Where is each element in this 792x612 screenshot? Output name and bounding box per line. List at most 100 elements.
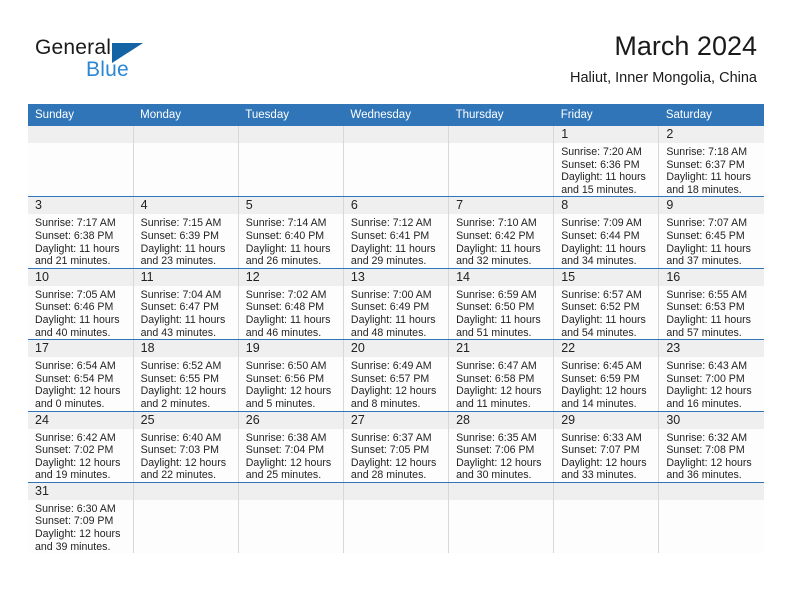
day-detail-line: Daylight: 11 hours [561, 313, 646, 326]
day-detail-line: and 30 minutes. [456, 469, 532, 482]
calendar-day-cell[interactable]: 13 Sunrise: 7:00 AM Sunset: 6:49 PM Dayligh… [343, 268, 450, 341]
calendar-day-cell[interactable]: 23 Sunrise: 6:43 AM Sunset: 7:00 PM Dayligh… [658, 339, 764, 412]
day-number: 8 [554, 197, 659, 215]
day-detail-line: Sunrise: 7:07 AM [666, 217, 748, 230]
day-details: Sunrise: 6:47 AM Sunset: 6:58 PM Daylight:… [449, 357, 553, 410]
day-details: Sunrise: 6:50 AM Sunset: 6:56 PM Daylight:… [239, 357, 343, 410]
day-detail-line: Daylight: 12 hours [561, 385, 647, 398]
day-detail-line: and 15 minutes. [561, 183, 637, 196]
day-details: Sunrise: 6:32 AM Sunset: 7:08 PM Daylight:… [659, 429, 764, 482]
day-detail-line: Daylight: 12 hours [561, 456, 647, 469]
day-number [449, 482, 554, 500]
day-detail-line: Sunrise: 6:43 AM [666, 360, 748, 373]
day-number: 11 [133, 268, 238, 286]
day-number: 27 [343, 411, 449, 429]
calendar-day-cell[interactable]: 27 Sunrise: 6:37 AM Sunset: 7:05 PM Dayligh… [343, 411, 450, 483]
day-details: Sunrise: 7:02 AM Sunset: 6:48 PM Daylight:… [239, 286, 343, 339]
day-details [134, 500, 238, 503]
day-detail-line: Daylight: 11 hours [35, 313, 120, 326]
day-detail-line: Sunset: 7:05 PM [350, 444, 430, 457]
calendar-day-cell[interactable]: 17 Sunrise: 6:54 AM Sunset: 6:54 PM Dayligh… [28, 339, 134, 412]
calendar-day-cell[interactable]: 6 Sunrise: 7:12 AM Sunset: 6:41 PM Daylight… [343, 196, 450, 269]
day-number: 12 [238, 268, 343, 286]
calendar-day-cell[interactable]: 19 Sunrise: 6:50 AM Sunset: 6:56 PM Dayligh… [238, 339, 344, 412]
day-details [239, 500, 343, 503]
calendar-day-cell[interactable]: 3 Sunrise: 7:17 AM Sunset: 6:38 PM Daylight… [28, 196, 134, 269]
weekday-header-monday: Monday [133, 104, 239, 126]
day-detail-line: Sunset: 6:36 PM [561, 158, 640, 171]
calendar-day-cell-empty [343, 482, 450, 554]
calendar-day-cell[interactable]: 5 Sunrise: 7:14 AM Sunset: 6:40 PM Daylight… [238, 196, 344, 269]
calendar-week-row: 17 Sunrise: 6:54 AM Sunset: 6:54 PM Dayligh… [28, 339, 764, 412]
day-details: Sunrise: 7:00 AM Sunset: 6:49 PM Daylight:… [344, 286, 448, 339]
day-detail-line: and 21 minutes. [35, 255, 111, 268]
weekday-header-tuesday: Tuesday [238, 104, 344, 126]
day-detail-line: Sunset: 6:52 PM [561, 301, 640, 314]
calendar-week-row: 10 Sunrise: 7:05 AM Sunset: 6:46 PM Dayligh… [28, 268, 764, 341]
day-details [344, 143, 448, 146]
calendar-day-cell[interactable]: 22 Sunrise: 6:45 AM Sunset: 6:59 PM Dayligh… [553, 339, 660, 412]
day-number: 30 [659, 411, 764, 429]
calendar-day-cell[interactable]: 7 Sunrise: 7:10 AM Sunset: 6:42 PM Daylight… [448, 196, 555, 269]
calendar-day-cell[interactable]: 24 Sunrise: 6:42 AM Sunset: 7:02 PM Dayligh… [28, 411, 134, 483]
calendar-day-cell[interactable]: 25 Sunrise: 6:40 AM Sunset: 7:03 PM Dayligh… [133, 411, 239, 483]
calendar-day-cell[interactable]: 2 Sunrise: 7:18 AM Sunset: 6:37 PM Daylight… [658, 126, 764, 198]
weekday-header-friday: Friday [553, 104, 659, 126]
day-detail-line: and 11 minutes. [456, 397, 531, 410]
day-detail-line: and 19 minutes. [35, 469, 111, 482]
day-detail-line: and 0 minutes. [35, 397, 105, 410]
calendar-day-cell-empty [553, 482, 660, 554]
day-detail-line: Sunset: 6:56 PM [245, 372, 325, 385]
day-detail-line: Daylight: 11 hours [245, 242, 331, 255]
calendar-day-cell[interactable]: 9 Sunrise: 7:07 AM Sunset: 6:45 PM Daylight… [658, 196, 764, 269]
calendar-day-cell[interactable]: 31 Sunrise: 6:30 AM Sunset: 7:09 PM Dayligh… [28, 482, 134, 554]
day-detail-line: Daylight: 11 hours [666, 242, 751, 255]
weekday-header-thursday: Thursday [448, 104, 554, 126]
calendar-day-cell-empty [448, 482, 555, 554]
calendar-day-cell[interactable]: 28 Sunrise: 6:35 AM Sunset: 7:06 PM Dayligh… [448, 411, 555, 483]
day-detail-line: Daylight: 12 hours [350, 456, 437, 469]
day-details [134, 143, 238, 146]
calendar-day-cell[interactable]: 29 Sunrise: 6:33 AM Sunset: 7:07 PM Dayligh… [553, 411, 660, 483]
day-number [238, 126, 343, 143]
day-detail-line: Daylight: 11 hours [561, 242, 646, 255]
day-details: Sunrise: 6:49 AM Sunset: 6:57 PM Daylight:… [344, 357, 448, 410]
day-detail-line: Sunrise: 7:00 AM [350, 288, 432, 301]
calendar-day-cell[interactable]: 18 Sunrise: 6:52 AM Sunset: 6:55 PM Dayligh… [133, 339, 239, 412]
day-number: 10 [28, 268, 133, 286]
day-number: 1 [554, 126, 659, 143]
day-detail-line: Daylight: 12 hours [666, 385, 752, 398]
day-details: Sunrise: 6:52 AM Sunset: 6:55 PM Daylight:… [134, 357, 238, 410]
day-detail-line: Sunrise: 6:57 AM [561, 288, 642, 301]
day-number: 19 [238, 340, 343, 358]
day-detail-line: Daylight: 12 hours [35, 456, 121, 469]
day-number: 25 [133, 411, 238, 429]
calendar-day-cell[interactable]: 12 Sunrise: 7:02 AM Sunset: 6:48 PM Dayligh… [238, 268, 344, 341]
calendar-day-cell[interactable]: 8 Sunrise: 7:09 AM Sunset: 6:44 PM Daylight… [553, 196, 660, 269]
calendar-day-cell[interactable]: 14 Sunrise: 6:59 AM Sunset: 6:50 PM Dayligh… [448, 268, 555, 341]
day-details [344, 500, 448, 503]
calendar-day-cell[interactable]: 1 Sunrise: 7:20 AM Sunset: 6:36 PM Daylight… [553, 126, 660, 198]
day-details: Sunrise: 7:14 AM Sunset: 6:40 PM Daylight:… [239, 214, 343, 267]
day-detail-line: and 23 minutes. [140, 255, 217, 268]
calendar-day-cell[interactable]: 15 Sunrise: 6:57 AM Sunset: 6:52 PM Dayligh… [553, 268, 660, 341]
calendar-day-cell[interactable]: 26 Sunrise: 6:38 AM Sunset: 7:04 PM Dayligh… [238, 411, 344, 483]
day-details [28, 143, 133, 146]
calendar-day-cell[interactable]: 21 Sunrise: 6:47 AM Sunset: 6:58 PM Dayligh… [448, 339, 555, 412]
calendar-day-cell[interactable]: 16 Sunrise: 6:55 AM Sunset: 6:53 PM Dayligh… [658, 268, 764, 341]
day-detail-line: and 48 minutes. [350, 326, 427, 339]
day-detail-line: Sunrise: 6:35 AM [456, 431, 537, 444]
calendar-day-cell[interactable]: 20 Sunrise: 6:49 AM Sunset: 6:57 PM Dayligh… [343, 339, 450, 412]
calendar-day-cell[interactable]: 11 Sunrise: 7:04 AM Sunset: 6:47 PM Dayligh… [133, 268, 239, 341]
day-detail-line: Sunset: 7:02 PM [35, 444, 114, 457]
day-detail-line: Daylight: 12 hours [456, 385, 542, 398]
day-number: 9 [659, 197, 764, 215]
calendar-day-cell[interactable]: 30 Sunrise: 6:32 AM Sunset: 7:08 PM Dayligh… [658, 411, 764, 483]
calendar-day-cell[interactable]: 4 Sunrise: 7:15 AM Sunset: 6:39 PM Daylight… [133, 196, 239, 269]
day-number: 23 [659, 340, 764, 358]
day-details: Sunrise: 6:37 AM Sunset: 7:05 PM Daylight:… [344, 429, 448, 482]
day-detail-line: Sunrise: 6:55 AM [666, 288, 748, 301]
day-detail-line: Daylight: 11 hours [666, 171, 751, 184]
day-details: Sunrise: 7:20 AM Sunset: 6:36 PM Daylight:… [554, 143, 658, 196]
calendar-day-cell[interactable]: 10 Sunrise: 7:05 AM Sunset: 6:46 PM Dayligh… [28, 268, 134, 341]
